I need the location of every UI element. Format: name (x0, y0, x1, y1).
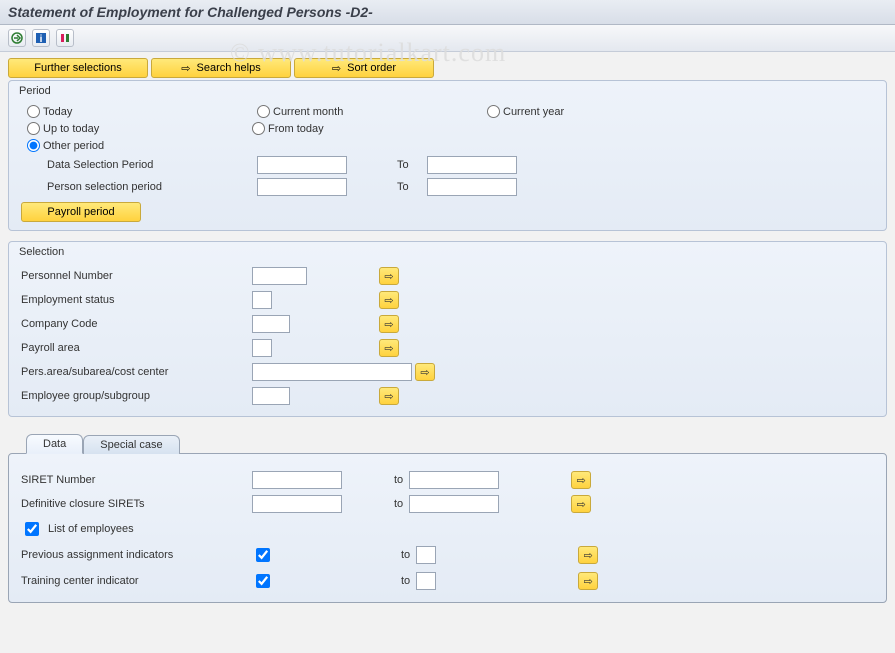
data-selection-from-input[interactable] (257, 156, 347, 174)
title-bar: Statement of Employment for Challenged P… (0, 0, 895, 25)
personnel-number-input[interactable] (252, 267, 307, 285)
company-code-input[interactable] (252, 315, 290, 333)
list-employees-label: List of employees (48, 523, 134, 535)
radio-current-year-label: Current year (503, 106, 564, 118)
radio-today[interactable]: Today (27, 105, 137, 118)
search-helps-label: Search helps (197, 62, 261, 74)
arrow-right-icon: ⇨ (332, 62, 341, 75)
person-selection-period-label: Person selection period (47, 181, 247, 193)
to-label: to (394, 498, 403, 510)
app-toolbar: i (0, 25, 895, 52)
def-closure-label: Definitive closure SIRETs (21, 498, 246, 510)
pers-area-multi-icon[interactable]: ⇨ (415, 363, 435, 381)
training-multi-icon[interactable]: ⇨ (578, 572, 598, 590)
to-label: To (397, 159, 417, 171)
tab-data[interactable]: Data (26, 434, 83, 454)
personnel-number-multi-icon[interactable]: ⇨ (379, 267, 399, 285)
payroll-area-multi-icon[interactable]: ⇨ (379, 339, 399, 357)
training-to-input[interactable] (416, 572, 436, 590)
search-helps-button[interactable]: ⇨ Search helps (151, 58, 291, 78)
employee-group-input[interactable] (252, 387, 290, 405)
person-selection-to-input[interactable] (427, 178, 517, 196)
radio-from-today-label: From today (268, 123, 324, 135)
svg-text:i: i (40, 34, 43, 44)
payroll-period-button[interactable]: Payroll period (21, 202, 141, 222)
radio-from-today[interactable]: From today (252, 122, 362, 135)
tab-special-case[interactable]: Special case (83, 435, 179, 454)
period-legend: Period (19, 83, 878, 97)
employment-status-label: Employment status (21, 294, 246, 306)
payroll-period-label: Payroll period (47, 206, 114, 218)
info-icon[interactable]: i (32, 29, 50, 47)
employee-group-label: Employee group/subgroup (21, 390, 246, 402)
personnel-number-label: Personnel Number (21, 270, 246, 282)
further-selections-button[interactable]: Further selections (8, 58, 148, 78)
further-selections-label: Further selections (34, 62, 121, 74)
employment-status-multi-icon[interactable]: ⇨ (379, 291, 399, 309)
radio-up-to-today-label: Up to today (43, 123, 99, 135)
execute-icon[interactable] (8, 29, 26, 47)
siret-number-label: SIRET Number (21, 474, 246, 486)
pers-area-input[interactable] (252, 363, 412, 381)
def-closure-to-input[interactable] (409, 495, 499, 513)
tabstrip: Data Special case SIRET Number to ⇨ Defi… (8, 433, 887, 603)
pers-area-label: Pers.area/subarea/cost center (21, 366, 246, 378)
radio-current-year[interactable]: Current year (487, 105, 597, 118)
tab-special-case-label: Special case (100, 439, 162, 451)
period-groupbox: Period Today Current month Current year … (8, 80, 887, 231)
training-label: Training center indicator (21, 575, 246, 587)
radio-current-month-label: Current month (273, 106, 343, 118)
siret-from-input[interactable] (252, 471, 342, 489)
employee-group-multi-icon[interactable]: ⇨ (379, 387, 399, 405)
siret-multi-icon[interactable]: ⇨ (571, 471, 591, 489)
sort-order-label: Sort order (347, 62, 396, 74)
to-label: to (394, 474, 403, 486)
selection-button-row: Further selections ⇨ Search helps ⇨ Sort… (8, 58, 887, 78)
prev-assign-from-checkbox[interactable] (256, 548, 270, 562)
employment-status-input[interactable] (252, 291, 272, 309)
def-closure-multi-icon[interactable]: ⇨ (571, 495, 591, 513)
tab-panel-data: SIRET Number to ⇨ Definitive closure SIR… (8, 453, 887, 603)
radio-current-month[interactable]: Current month (257, 105, 367, 118)
data-selection-period-label: Data Selection Period (47, 159, 247, 171)
company-code-label: Company Code (21, 318, 246, 330)
payroll-area-label: Payroll area (21, 342, 246, 354)
to-label: to (401, 575, 410, 587)
payroll-area-input[interactable] (252, 339, 272, 357)
list-employees-checkbox[interactable] (25, 522, 39, 536)
person-selection-from-input[interactable] (257, 178, 347, 196)
to-label: To (397, 181, 417, 193)
radio-today-label: Today (43, 106, 72, 118)
selection-legend: Selection (19, 244, 878, 258)
tab-data-label: Data (43, 438, 66, 450)
radio-other-period-label: Other period (43, 140, 104, 152)
variant-icon[interactable] (56, 29, 74, 47)
content-area: Further selections ⇨ Search helps ⇨ Sort… (0, 52, 895, 623)
to-label: to (401, 549, 410, 561)
prev-assign-to-input[interactable] (416, 546, 436, 564)
training-from-checkbox[interactable] (256, 574, 270, 588)
page-title: Statement of Employment for Challenged P… (8, 4, 373, 20)
selection-groupbox: Selection Personnel Number ⇨ Employment … (8, 241, 887, 417)
arrow-right-icon: ⇨ (181, 62, 190, 75)
company-code-multi-icon[interactable]: ⇨ (379, 315, 399, 333)
prev-assign-label: Previous assignment indicators (21, 549, 246, 561)
radio-other-period[interactable]: Other period (27, 139, 868, 152)
sort-order-button[interactable]: ⇨ Sort order (294, 58, 434, 78)
radio-up-to-today[interactable]: Up to today (27, 122, 137, 135)
data-selection-to-input[interactable] (427, 156, 517, 174)
prev-assign-multi-icon[interactable]: ⇨ (578, 546, 598, 564)
def-closure-from-input[interactable] (252, 495, 342, 513)
siret-to-input[interactable] (409, 471, 499, 489)
